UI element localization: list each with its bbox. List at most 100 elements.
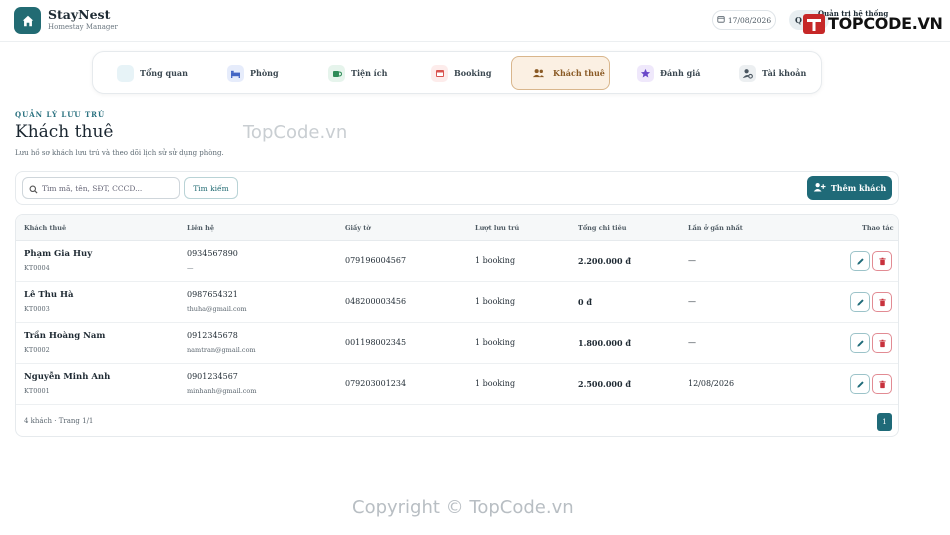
nav-label: Tổng quan [140,68,188,78]
star-icon [637,64,654,82]
nav-item-booking[interactable]: Booking [407,56,507,90]
edit-button[interactable] [850,333,870,353]
nav-label: Khách thuê [553,68,605,78]
app-subtitle: Homestay Manager [48,23,118,31]
current-date: 17/08/2026 [727,15,772,25]
guest-total-spend: 2.200.000 đ [578,256,631,266]
guest-email: minhanh@gmail.com [187,387,257,395]
user-gear-icon [739,64,756,82]
guest-stays: 1 booking [475,338,516,347]
guest-id-document: 079203001234 [345,379,407,388]
table-row: Nguyễn Minh Anh KT0001 0901234567 minhan… [16,364,898,405]
table-row: Trần Hoàng Nam KT0002 0912345678 namtran… [16,323,898,364]
column-header: Tổng chi tiêu [578,224,627,232]
guest-email: thuha@gmail.com [187,305,247,313]
table-header: Khách thuê Liên hệ Giấy tờ Lượt lưu trú … [16,215,898,241]
topcode-watermark-logo: TOPCODE.VN [828,14,943,33]
pencil-icon [856,380,864,388]
guest-code: KT0003 [24,305,50,313]
column-header: Liên hệ [187,224,215,232]
home-icon[interactable] [14,7,41,34]
guest-code: KT0001 [24,387,50,395]
date-pill: 17/08/2026 [712,10,776,30]
page-eyebrow: QUẢN LÝ LƯU TRÚ [15,110,106,119]
guest-total-spend: 2.500.000 đ [578,379,631,389]
nav-item-danh-gia[interactable]: Đánh giá [613,56,718,90]
page-button[interactable]: 1 [877,413,892,431]
guest-name: Lê Thu Hà [24,290,74,300]
nav-item-tong-quan[interactable]: Tổng quan [93,56,213,90]
nav-label: Tiện ích [351,68,388,78]
pagination-summary: 4 khách · Trang 1/1 [24,417,94,425]
add-guest-label: Thêm khách [830,183,887,193]
edit-button[interactable] [850,374,870,394]
guest-code: KT0002 [24,346,50,354]
search-icon [29,179,38,198]
pencil-icon [856,298,864,306]
guest-id-document: 001198002345 [345,338,407,347]
search-input[interactable] [42,183,172,193]
guest-last-stay: 12/08/2026 [688,379,735,388]
calendar-icon [431,64,448,82]
trash-icon [878,380,886,388]
dashboard-icon [117,64,134,82]
column-header: Lượt lưu trú [475,224,520,232]
admin-avatar: Q [795,15,802,25]
nav-item-tien-ich[interactable]: Tiện ích [304,56,404,90]
page-description: Lưu hồ sơ khách lưu trú và theo dõi lịch… [15,149,224,157]
edit-button[interactable] [850,292,870,312]
guest-name: Trần Hoàng Nam [24,331,106,341]
guest-id-document: 048200003456 [345,297,407,306]
delete-button[interactable] [872,374,892,394]
guest-total-spend: 1.800.000 đ [578,338,631,348]
guest-id-document: 079196004567 [345,256,407,265]
topcode-watermark: TopCode.vn [243,122,348,143]
guest-email: namtran@gmail.com [187,346,256,354]
guest-phone: 0987654321 [187,290,238,299]
guest-last-stay: — [688,256,696,265]
guest-last-stay: — [688,297,696,306]
app-name: StayNest [48,7,111,22]
edit-button[interactable] [850,251,870,271]
page-title: Khách thuê [15,122,114,142]
main-nav: Tổng quan Phòng Tiện ích Booking Khách t… [92,51,822,94]
guest-stays: 1 booking [475,379,516,388]
column-header: Lần ở gần nhất [688,224,743,232]
delete-button[interactable] [872,251,892,271]
nav-item-khach-thue[interactable]: Khách thuê [511,56,610,90]
guest-code: KT0004 [24,264,50,272]
coffee-icon [328,64,345,82]
column-header: Giấy tờ [345,224,371,232]
pencil-icon [856,257,864,265]
nav-item-tai-khoan[interactable]: Tài khoản [715,56,820,90]
bed-icon [227,64,244,82]
topcode-logo-icon [802,13,826,35]
nav-label: Tài khoản [762,68,807,78]
add-guest-button[interactable]: Thêm khách [807,176,892,200]
users-icon [530,65,547,82]
delete-button[interactable] [872,292,892,312]
guest-name: Nguyễn Minh Anh [24,372,111,382]
search-button[interactable]: Tìm kiếm [184,177,238,199]
nav-label: Đánh giá [660,68,701,78]
nav-item-phong[interactable]: Phòng [203,56,298,90]
guest-total-spend: 0 đ [578,297,592,307]
calendar-icon [717,15,725,25]
guest-email: — [187,264,194,272]
guest-name: Phạm Gia Huy [24,249,93,259]
column-header: Thao tác [862,224,894,232]
guest-stays: 1 booking [475,297,516,306]
guest-stays: 1 booking [475,256,516,265]
table-row: Phạm Gia Huy KT0004 0934567890 — 0791960… [16,241,898,282]
nav-label: Phòng [250,68,279,78]
guests-table: Khách thuê Liên hệ Giấy tờ Lượt lưu trú … [15,214,899,437]
guest-phone: 0912345678 [187,331,238,340]
trash-icon [878,339,886,347]
search-field[interactable] [22,177,180,199]
top-bar: StayNest Homestay Manager 17/08/2026 Q Q… [0,0,950,42]
guest-phone: 0901234567 [187,372,238,381]
delete-button[interactable] [872,333,892,353]
table-footer: 4 khách · Trang 1/1 1 [16,406,898,436]
table-row: Lê Thu Hà KT0003 0987654321 thuha@gmail.… [16,282,898,323]
nav-label: Booking [454,68,492,78]
